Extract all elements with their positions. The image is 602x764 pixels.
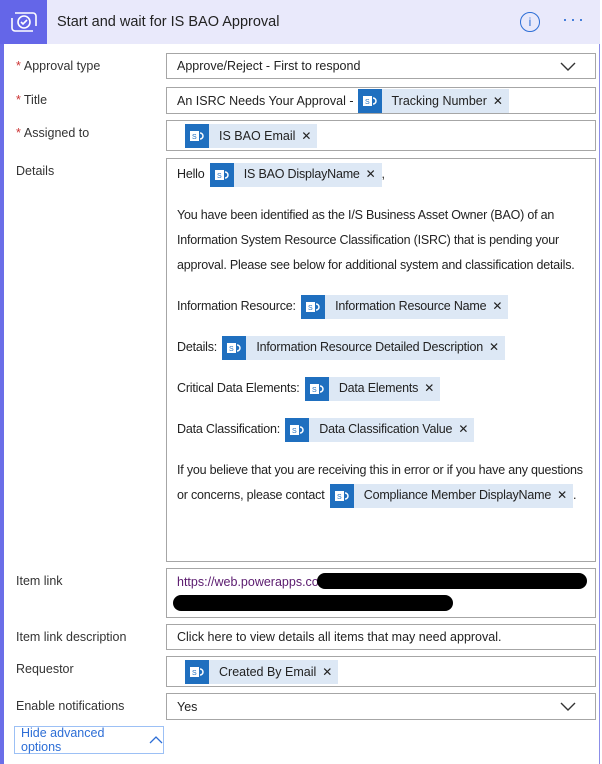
sharepoint-icon: S <box>329 483 354 508</box>
redaction-mark <box>317 573 587 589</box>
remove-token-icon[interactable]: ✕ <box>424 376 440 401</box>
redaction-mark <box>173 595 453 611</box>
sharepoint-icon: S <box>185 123 209 148</box>
chevron-up-icon <box>149 736 163 744</box>
more-options-icon[interactable]: ··· <box>562 9 586 30</box>
approval-icon <box>0 0 47 44</box>
required-asterisk: * <box>16 93 21 107</box>
token-tracking-number[interactable]: S Tracking Number ✕ <box>357 88 509 113</box>
svg-text:S: S <box>365 99 370 106</box>
card-title: Start and wait for IS BAO Approval <box>57 14 280 30</box>
remove-token-icon[interactable]: ✕ <box>489 335 505 360</box>
item-link-input[interactable]: https://web.powerapps.com/ <box>166 568 596 618</box>
svg-text:S: S <box>192 670 197 677</box>
assigned-to-input[interactable]: S IS BAO Email ✕ <box>166 120 596 151</box>
token-is-bao-email[interactable]: S IS BAO Email ✕ <box>185 123 318 148</box>
requestor-input[interactable]: S Created By Email ✕ <box>166 656 596 687</box>
details-textarea[interactable]: Hello S IS BAO DisplayName ✕, You have bee… <box>166 158 596 562</box>
info-icon[interactable]: i <box>520 12 541 32</box>
token-detailed-description[interactable]: S Information Resource Detailed Descripti… <box>222 335 505 360</box>
sharepoint-icon: S <box>222 335 247 360</box>
sharepoint-icon: S <box>304 376 329 401</box>
item-link-description-input[interactable]: Click here to view details all items tha… <box>166 624 596 650</box>
token-is-bao-displayname[interactable]: S IS BAO DisplayName ✕ <box>209 162 382 187</box>
remove-token-icon[interactable]: ✕ <box>493 94 509 108</box>
chevron-down-icon <box>560 702 576 711</box>
token-compliance-member-displayname[interactable]: S Compliance Member DisplayName ✕ <box>329 483 573 508</box>
remove-token-icon[interactable]: ✕ <box>458 417 474 442</box>
remove-token-icon[interactable]: ✕ <box>322 665 338 679</box>
svg-text:S: S <box>292 428 297 435</box>
approval-action-card: Start and wait for IS BAO Approval i ···… <box>0 0 600 764</box>
sharepoint-icon: S <box>285 417 310 442</box>
required-asterisk: * <box>16 126 21 140</box>
token-data-classification-value[interactable]: S Data Classification Value ✕ <box>285 417 475 442</box>
svg-text:S: S <box>308 305 313 312</box>
sharepoint-icon: S <box>301 294 326 319</box>
remove-token-icon[interactable]: ✕ <box>492 294 508 319</box>
svg-text:S: S <box>192 134 197 141</box>
chevron-down-icon <box>560 62 576 71</box>
token-information-resource-name[interactable]: S Information Resource Name ✕ <box>301 294 509 319</box>
svg-text:S: S <box>229 346 234 353</box>
title-input[interactable]: An ISRC Needs Your Approval - S Tracking … <box>166 87 596 114</box>
hide-advanced-options-button[interactable]: Hide advanced options <box>14 726 164 754</box>
sharepoint-icon: S <box>209 162 234 187</box>
card-header[interactable]: Start and wait for IS BAO Approval i ··· <box>0 0 600 44</box>
token-data-elements[interactable]: S Data Elements ✕ <box>304 376 441 401</box>
token-created-by-email[interactable]: S Created By Email ✕ <box>185 659 339 684</box>
svg-text:S: S <box>312 387 317 394</box>
approval-type-select[interactable]: Approve/Reject - First to respond <box>166 53 596 79</box>
svg-text:S: S <box>337 494 342 501</box>
sharepoint-icon: S <box>357 88 382 113</box>
svg-text:S: S <box>217 173 222 180</box>
sharepoint-icon: S <box>185 659 209 684</box>
enable-notifications-select[interactable]: Yes <box>166 693 596 720</box>
remove-token-icon[interactable]: ✕ <box>366 162 382 187</box>
required-asterisk: * <box>16 59 21 73</box>
remove-token-icon[interactable]: ✕ <box>301 129 317 143</box>
remove-token-icon[interactable]: ✕ <box>557 483 573 508</box>
